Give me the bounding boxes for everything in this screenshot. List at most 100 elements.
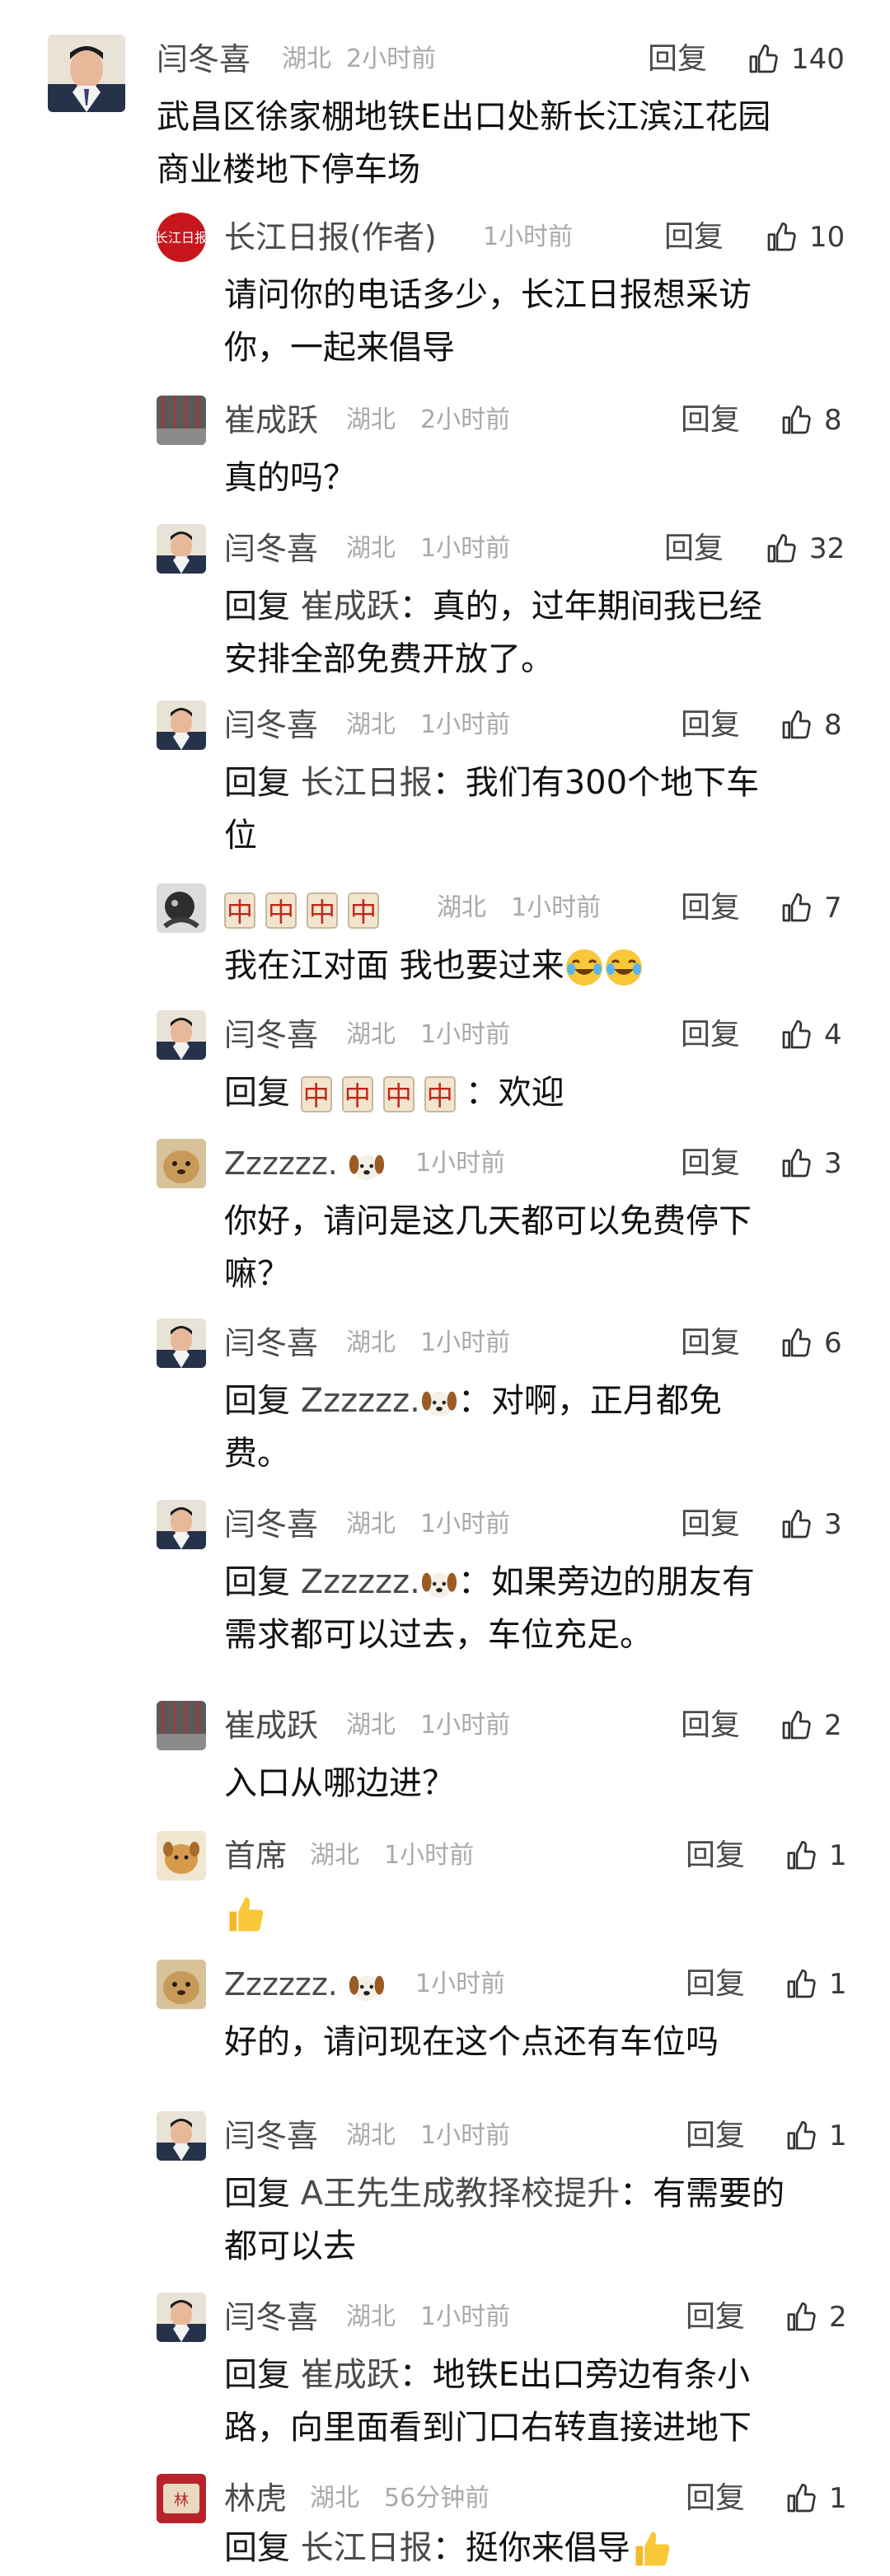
avatar[interactable] bbox=[157, 1831, 206, 1880]
reply-button[interactable]: 回复 bbox=[686, 2474, 745, 2523]
reply-button[interactable]: 回复 bbox=[686, 2111, 745, 2161]
location: 湖北 bbox=[310, 1841, 359, 1870]
avatar[interactable] bbox=[157, 1701, 206, 1750]
thumbs-up-icon[interactable] bbox=[785, 2119, 817, 2152]
commenter-name[interactable]: 闫冬喜 bbox=[224, 700, 318, 750]
reply-button[interactable]: 回复 bbox=[681, 1318, 740, 1368]
timestamp: 1小时前 bbox=[420, 1020, 511, 1049]
thumbs-up-icon[interactable] bbox=[780, 1709, 813, 1742]
commenter-name[interactable]: 闫冬喜 bbox=[224, 1500, 318, 1549]
thumbs-up-icon[interactable] bbox=[780, 1508, 813, 1541]
commenter-name[interactable]: 闫冬喜 bbox=[224, 1010, 318, 1060]
thumbs-up-icon[interactable] bbox=[765, 532, 798, 565]
avatar[interactable] bbox=[157, 1318, 206, 1368]
thumbs-up-icon[interactable] bbox=[785, 1839, 817, 1872]
svg-text:林: 林 bbox=[174, 2492, 189, 2509]
location: 湖北 bbox=[310, 2484, 359, 2513]
like-count: 1 bbox=[829, 2119, 847, 2152]
location: 湖北 bbox=[346, 534, 396, 563]
comment-main: 闫冬喜 湖北 2小时前 回复 140 武昌区徐家棚地铁E出口处新长江滨江花园 商… bbox=[0, 35, 890, 191]
avatar[interactable] bbox=[157, 883, 206, 933]
commenter-name[interactable]: Zzzzzz. bbox=[224, 1960, 386, 2009]
thumbs-up-icon[interactable] bbox=[747, 43, 780, 76]
reply-button[interactable]: 回复 bbox=[681, 1500, 740, 1549]
commenter-name[interactable]: 首席 bbox=[224, 1831, 287, 1880]
reply-button[interactable]: 回复 bbox=[681, 883, 740, 933]
avatar[interactable] bbox=[157, 396, 206, 445]
avatar[interactable]: 林 bbox=[157, 2474, 206, 2523]
reply-button[interactable]: 回复 bbox=[681, 1010, 740, 1060]
commenter-name[interactable]: 崔成跃 bbox=[224, 396, 318, 445]
reply-target[interactable]: 长江日报 bbox=[301, 2529, 433, 2567]
reply-button[interactable]: 回复 bbox=[681, 700, 740, 750]
like-count: 2 bbox=[829, 2301, 847, 2334]
location: 湖北 bbox=[346, 2121, 396, 2150]
commenter-name[interactable]: 长江日报(作者) bbox=[224, 213, 437, 262]
commenter-name[interactable]: 中中中中 bbox=[224, 890, 389, 929]
reply-comment: Zzzzzz. 1小时前 回复 3 你好，请问是这几天都可以免费停下 嘛？ bbox=[0, 1139, 890, 1304]
commenter-name[interactable]: 林虎 bbox=[224, 2474, 287, 2523]
thumbs-up-icon[interactable] bbox=[785, 2482, 817, 2515]
comment-text: 入口从哪边进？ bbox=[224, 1764, 455, 1802]
thumbs-up-icon[interactable] bbox=[780, 1327, 813, 1360]
comment-text: 请问你的电话多少，长江日报想采访 你，一起来倡导 bbox=[224, 276, 752, 367]
commenter-name[interactable]: 闫冬喜 bbox=[224, 2111, 318, 2161]
reply-button[interactable]: 回复 bbox=[648, 35, 707, 84]
reply-target[interactable]: 崔成跃 bbox=[301, 588, 400, 625]
reply-target[interactable]: A王先生成教择校提升 bbox=[301, 2175, 620, 2213]
commenter-name[interactable]: 崔成跃 bbox=[224, 1701, 318, 1750]
avatar[interactable] bbox=[157, 524, 206, 574]
like-count: 140 bbox=[791, 43, 845, 76]
timestamp: 1小时前 bbox=[420, 2121, 511, 2150]
reply-comment: 闫冬喜 湖北 1小时前 回复 3 回复 Zzzzzz. ：如果旁边的朋友有 需求都… bbox=[0, 1500, 890, 1673]
commenter-name[interactable]: 闫冬喜 bbox=[224, 2293, 318, 2342]
reply-button[interactable]: 回复 bbox=[686, 1831, 745, 1880]
reply-comment: 闫冬喜 湖北 1小时前 回复 4 回复 中中中中：欢迎 bbox=[0, 1010, 890, 1126]
reply-comment: 林 林虎 湖北 56分钟前 回复 1 回复 长江日报：挺你来倡导 bbox=[0, 2474, 890, 2576]
reply-target[interactable]: Zzzzzz. bbox=[301, 1382, 458, 1420]
thumbs-up-icon[interactable] bbox=[780, 709, 813, 742]
reply-target[interactable]: 崔成跃 bbox=[301, 2356, 400, 2394]
commenter-name[interactable]: 闫冬喜 bbox=[224, 524, 318, 574]
reply-button[interactable]: 回复 bbox=[681, 1701, 740, 1750]
avatar[interactable] bbox=[157, 700, 206, 750]
comment-text: 回复 中中中中：欢迎 bbox=[224, 1074, 564, 1112]
reply-button[interactable]: 回复 bbox=[681, 1139, 740, 1188]
reply-button[interactable]: 回复 bbox=[664, 213, 724, 262]
avatar[interactable] bbox=[48, 35, 125, 112]
like-count: 1 bbox=[829, 1839, 847, 1872]
thumbs-up-icon[interactable] bbox=[780, 1019, 813, 1051]
avatar[interactable] bbox=[157, 1960, 206, 2009]
thumbs-up-icon[interactable] bbox=[780, 404, 813, 437]
reply-target[interactable]: 长江日报 bbox=[301, 764, 433, 802]
commenter-name[interactable]: 闫冬喜 bbox=[157, 35, 251, 84]
thumbs-up-icon[interactable] bbox=[785, 1968, 817, 2001]
reply-button[interactable]: 回复 bbox=[686, 1960, 745, 2009]
avatar[interactable] bbox=[157, 2111, 206, 2161]
reply-comment: 闫冬喜 湖北 1小时前 回复 6 回复 Zzzzzz. ：对啊，正月都免 费。 bbox=[0, 1318, 890, 1483]
timestamp: 1小时前 bbox=[483, 222, 574, 251]
comment-text: 你好，请问是这几天都可以免费停下 嘛？ bbox=[224, 1202, 752, 1293]
reply-button[interactable]: 回复 bbox=[664, 524, 724, 574]
thumbs-up-icon[interactable] bbox=[780, 1147, 813, 1180]
thumbs-up-icon[interactable] bbox=[765, 221, 798, 254]
avatar[interactable] bbox=[157, 1139, 206, 1188]
like-count: 7 bbox=[824, 892, 842, 925]
reply-target[interactable]: Zzzzzz. bbox=[301, 1563, 458, 1601]
timestamp: 1小时前 bbox=[511, 893, 602, 922]
reply-target[interactable]: 中中中中 bbox=[300, 1074, 466, 1112]
avatar[interactable] bbox=[157, 1010, 206, 1060]
location: 湖北 bbox=[346, 1328, 396, 1357]
avatar[interactable]: 长江日报 bbox=[157, 213, 206, 262]
commenter-name[interactable]: 闫冬喜 bbox=[224, 1318, 318, 1368]
thumbs-up-icon[interactable] bbox=[785, 2301, 817, 2334]
thumbs-up-icon[interactable] bbox=[780, 892, 813, 925]
reply-button[interactable]: 回复 bbox=[681, 396, 740, 445]
commenter-name[interactable]: Zzzzzz. bbox=[224, 1139, 386, 1188]
avatar[interactable] bbox=[157, 1500, 206, 1549]
reply-button[interactable]: 回复 bbox=[686, 2293, 745, 2342]
reply-comment: 崔成跃 湖北 2小时前 回复 8 真的吗？ bbox=[0, 396, 890, 503]
avatar[interactable] bbox=[157, 2293, 206, 2342]
like-count: 3 bbox=[824, 1508, 842, 1541]
dog-emoji-icon bbox=[421, 1391, 457, 1417]
